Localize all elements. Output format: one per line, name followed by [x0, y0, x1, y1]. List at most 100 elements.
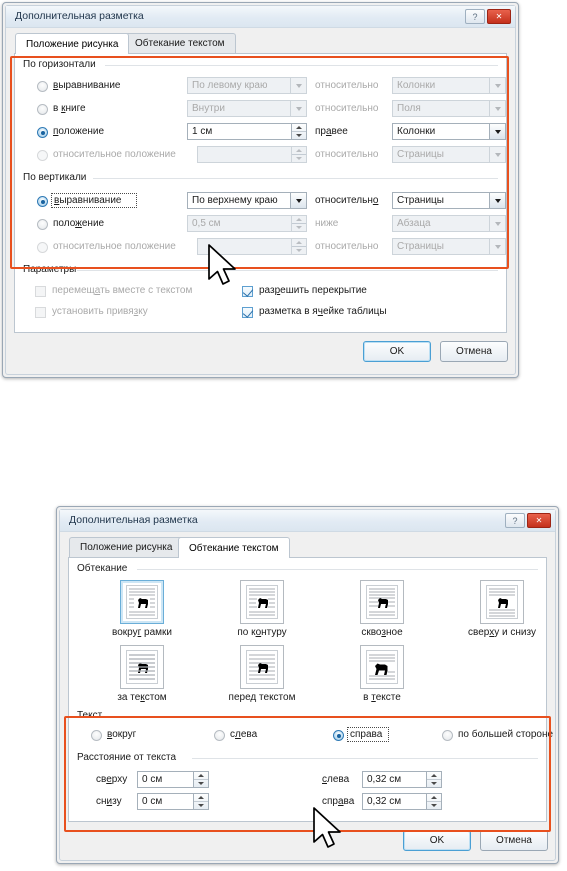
spinner-up-icon[interactable]: [194, 794, 208, 801]
chevron-down-icon[interactable]: [489, 216, 505, 231]
checkbox-move-with-text[interactable]: [35, 286, 46, 297]
radio-horizontal-alignment[interactable]: [37, 81, 48, 92]
radio-horizontal-book-layout[interactable]: [37, 104, 48, 115]
spinner-arrows[interactable]: [193, 794, 208, 809]
spinner-distance-left[interactable]: 0,32 см: [362, 771, 442, 788]
help-icon[interactable]: ?: [505, 513, 525, 528]
radio-text-both-sides[interactable]: [91, 730, 102, 741]
spinner-vertical-position[interactable]: 0,5 см: [187, 215, 307, 232]
checkbox-allow-overlap[interactable]: [242, 286, 253, 297]
tab-picture-position[interactable]: Положение рисунка: [15, 33, 130, 54]
wrap-style-label: за текстом: [117, 692, 167, 703]
wrap-tight-icon[interactable]: [240, 580, 284, 624]
group-divider: [137, 569, 538, 570]
wrap-inline-icon[interactable]: [360, 645, 404, 689]
spinner-down-icon[interactable]: [292, 246, 306, 254]
chevron-down-icon[interactable]: [489, 147, 505, 162]
wrap-topbottom-icon[interactable]: [480, 580, 524, 624]
wrap-style-top-and-bottom[interactable]: сверху и снизу: [468, 580, 536, 638]
spinner-arrows[interactable]: [291, 216, 306, 231]
spinner-down-icon[interactable]: [427, 779, 441, 787]
chevron-down-icon[interactable]: [489, 193, 505, 208]
radio-vertical-absolute-position[interactable]: [37, 219, 48, 230]
chevron-down-icon[interactable]: [489, 124, 505, 139]
ok-button[interactable]: OK: [403, 830, 471, 851]
wrap-style-square[interactable]: вокруг рамки: [112, 580, 172, 638]
checkbox-lock-anchor[interactable]: [35, 307, 46, 318]
label-text-left-only: слева: [230, 729, 258, 740]
spinner-arrows[interactable]: [291, 147, 306, 162]
chevron-down-icon[interactable]: [489, 239, 505, 254]
label-distance-bottom: снизу: [96, 796, 122, 807]
combo-horizontal-relative-to-4[interactable]: Страницы: [392, 146, 506, 163]
radio-vertical-relative-position[interactable]: [37, 242, 48, 253]
tab-text-wrapping[interactable]: Обтекание текстом: [124, 33, 236, 53]
chevron-down-icon[interactable]: [489, 101, 505, 116]
spinner-arrows[interactable]: [291, 239, 306, 254]
tab-picture-position[interactable]: Положение рисунка: [69, 537, 184, 557]
spinner-down-icon[interactable]: [194, 801, 208, 809]
wrap-style-label: сверху и снизу: [468, 627, 536, 638]
spinner-distance-right[interactable]: 0,32 см: [362, 793, 442, 810]
spinner-arrows[interactable]: [426, 794, 441, 809]
combo-vertical-relative-to-3[interactable]: Страницы: [392, 238, 506, 255]
radio-text-largest-side[interactable]: [442, 730, 453, 741]
cancel-button[interactable]: Отмена: [480, 830, 548, 851]
wrap-square-icon[interactable]: [120, 580, 164, 624]
spinner-up-icon[interactable]: [194, 772, 208, 779]
chevron-down-icon[interactable]: [290, 78, 306, 93]
label-vertical-relative-position: относительное положение: [53, 241, 176, 252]
spinner-horizontal-position[interactable]: 1 см: [187, 123, 307, 140]
wrap-style-behind-text[interactable]: за текстом: [117, 645, 167, 703]
wrap-style-tight[interactable]: по контуру: [237, 580, 287, 638]
spinner-arrows[interactable]: [426, 772, 441, 787]
checkbox-layout-in-table-cell[interactable]: [242, 307, 253, 318]
distance-group-label: Расстояние от текста: [77, 752, 181, 763]
wrap-style-through[interactable]: сквозное: [360, 580, 404, 638]
combo-horizontal-relative-to-3[interactable]: Колонки: [392, 123, 506, 140]
spinner-down-icon[interactable]: [292, 131, 306, 139]
combo-horizontal-alignment-value[interactable]: По левому краю: [187, 77, 307, 94]
spinner-down-icon[interactable]: [292, 154, 306, 162]
spinner-up-icon[interactable]: [427, 794, 441, 801]
chevron-down-icon[interactable]: [489, 78, 505, 93]
radio-text-left-only[interactable]: [214, 730, 225, 741]
wrap-through-icon[interactable]: [360, 580, 404, 624]
spinner-down-icon[interactable]: [292, 223, 306, 231]
spinner-down-icon[interactable]: [427, 801, 441, 809]
spinner-arrows[interactable]: [193, 772, 208, 787]
tab-text-wrapping[interactable]: Обтекание текстом: [178, 537, 290, 558]
combo-vertical-relative-to-1[interactable]: Страницы: [392, 192, 506, 209]
wrap-style-in-front-of-text[interactable]: перед текстом: [229, 645, 295, 703]
spinner-arrows[interactable]: [291, 124, 306, 139]
spinner-distance-top[interactable]: 0 см: [137, 771, 209, 788]
close-icon[interactable]: ✕: [487, 9, 511, 24]
radio-text-right-only[interactable]: [333, 730, 344, 741]
spinner-up-icon[interactable]: [292, 147, 306, 154]
spinner-down-icon[interactable]: [194, 779, 208, 787]
combo-horizontal-relative-to-2[interactable]: Поля: [392, 100, 506, 117]
ok-button[interactable]: OK: [363, 341, 431, 362]
close-icon[interactable]: ✕: [527, 513, 551, 528]
combo-horizontal-relative-to-1[interactable]: Колонки: [392, 77, 506, 94]
spinner-horizontal-relative-position[interactable]: [197, 146, 307, 163]
help-icon[interactable]: ?: [465, 9, 485, 24]
spinner-up-icon[interactable]: [292, 239, 306, 246]
radio-horizontal-absolute-position[interactable]: [37, 127, 48, 138]
radio-vertical-alignment[interactable]: [37, 196, 48, 207]
cancel-button[interactable]: Отмена: [440, 341, 508, 362]
spinner-up-icon[interactable]: [427, 772, 441, 779]
wrap-style-inline-with-text[interactable]: в тексте: [360, 645, 404, 703]
spinner-vertical-relative-position[interactable]: [197, 238, 307, 255]
spinner-up-icon[interactable]: [292, 216, 306, 223]
radio-horizontal-relative-position[interactable]: [37, 150, 48, 161]
combo-horizontal-book-value[interactable]: Внутри: [187, 100, 307, 117]
wrap-behind-icon[interactable]: [120, 645, 164, 689]
combo-vertical-alignment-value[interactable]: По верхнему краю: [187, 192, 307, 209]
combo-vertical-relative-to-2[interactable]: Абзаца: [392, 215, 506, 232]
wrap-infront-icon[interactable]: [240, 645, 284, 689]
chevron-down-icon[interactable]: [290, 193, 306, 208]
chevron-down-icon[interactable]: [290, 101, 306, 116]
spinner-distance-bottom[interactable]: 0 см: [137, 793, 209, 810]
spinner-up-icon[interactable]: [292, 124, 306, 131]
